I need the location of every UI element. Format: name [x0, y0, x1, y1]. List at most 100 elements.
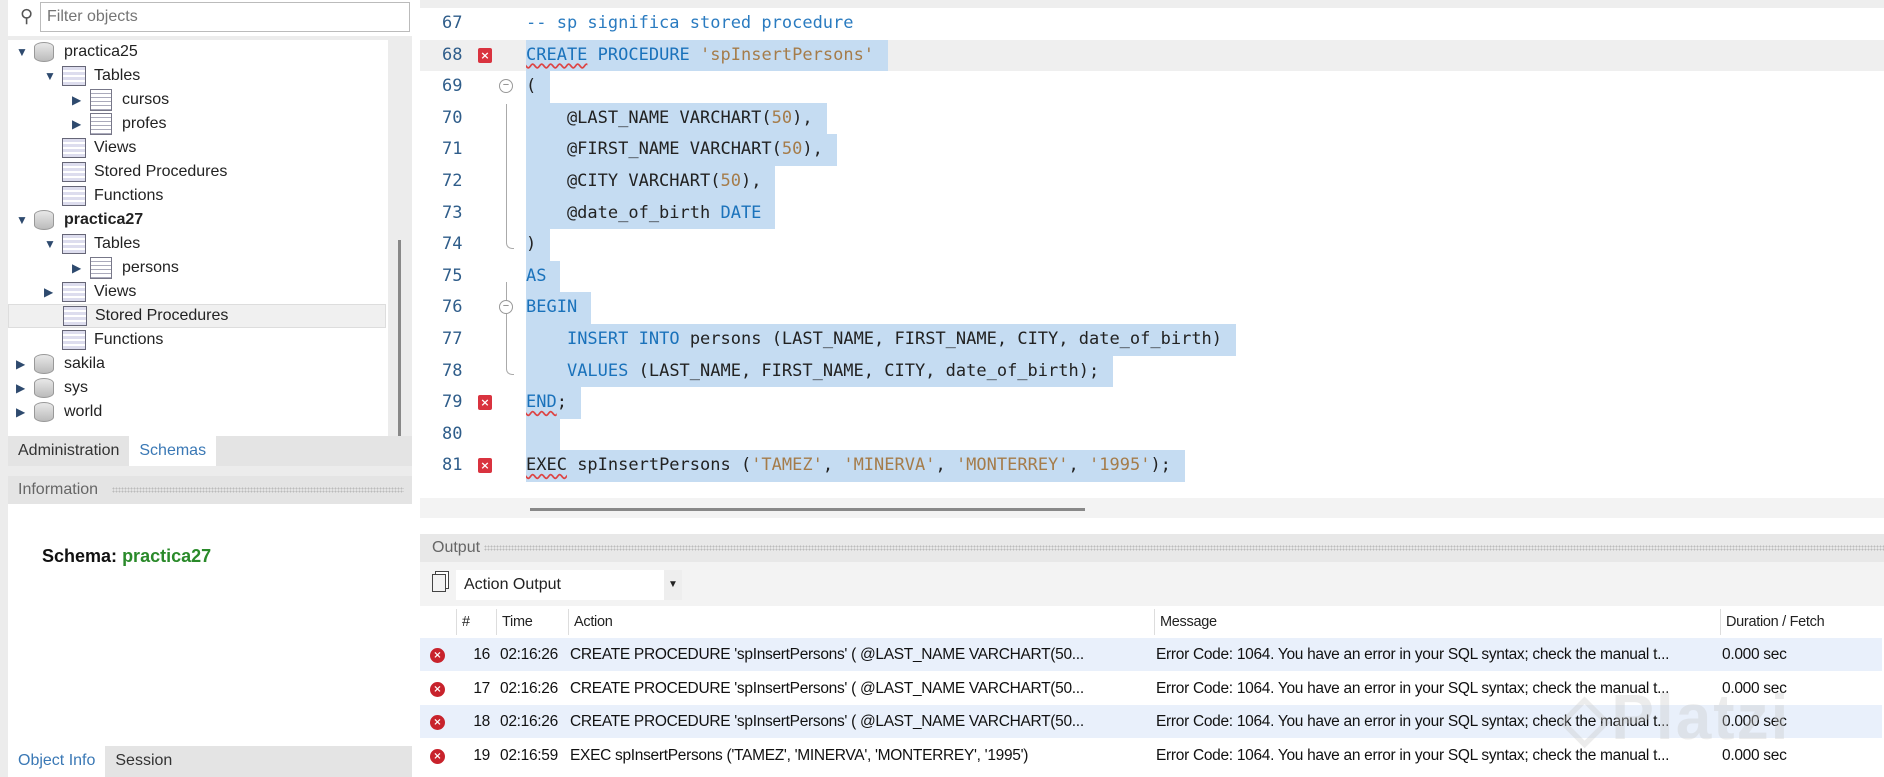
code-token: ,	[1068, 455, 1090, 476]
line-number: 68	[442, 44, 463, 65]
caret-right-icon[interactable]: ▶	[16, 376, 34, 400]
caret-right-icon[interactable]: ▶	[16, 400, 34, 424]
caret-right-icon[interactable]: ▶	[72, 112, 90, 136]
code-line[interactable]: 81 × EXEC spInsertPersons ('TAMEZ', 'MINER…	[420, 450, 1884, 482]
caret-right-icon[interactable]: ▶	[72, 88, 90, 112]
tab-schemas[interactable]: Schemas	[129, 436, 217, 466]
code-line[interactable]: 68 × CREATE PROCEDURE 'spInsertPersons'	[420, 39, 1884, 72]
code-token: INSERT	[566, 329, 629, 349]
caret-down-icon[interactable]: ▼	[16, 208, 34, 232]
info-tabs: Object Info Session	[8, 746, 412, 777]
tree-item[interactable]: ▶ persons	[72, 256, 179, 280]
drag-handle[interactable]	[484, 545, 1884, 551]
output-title: Output	[432, 539, 481, 556]
error-status-icon: ×	[430, 648, 445, 663]
caret-right-icon[interactable]: ▶	[44, 280, 62, 304]
tree-item[interactable]: ▼ Tables	[44, 64, 140, 88]
tree-item-label: Functions	[94, 187, 164, 204]
code-line[interactable]: 76 − BEGIN	[420, 292, 1884, 324]
folder-icon	[63, 306, 87, 326]
line-number: 73	[442, 202, 463, 223]
code-line[interactable]: 79 × END;	[420, 387, 1884, 419]
tree-item[interactable]: ▶ sys	[16, 376, 88, 400]
code-token: (	[526, 76, 537, 97]
caret-right-icon[interactable]: ▶	[16, 352, 34, 376]
filter-objects-input[interactable]	[40, 2, 410, 32]
tree-item-label: Views	[94, 283, 137, 300]
tab-object-info[interactable]: Object Info	[8, 746, 106, 777]
code-token: @date_of_birth	[526, 202, 721, 223]
caret-down-icon[interactable]: ▼	[44, 232, 62, 256]
col-header-time[interactable]: Time	[496, 609, 568, 635]
tree-item[interactable]: ▶ world	[16, 400, 102, 424]
col-header-message[interactable]: Message	[1154, 609, 1720, 635]
tree-item-label: Stored Procedures	[95, 307, 229, 324]
information-body: Schema: practica27	[8, 504, 412, 746]
code-token: spInsertPersons (	[566, 455, 752, 476]
code-line[interactable]: 75 AS	[420, 260, 1884, 293]
code-line[interactable]: 77 INSERT INTO persons (LAST_NAME, FIRST…	[420, 324, 1884, 356]
tree-item-label: Tables	[94, 235, 141, 252]
tree-item[interactable]: ▼ Tables	[44, 232, 140, 256]
code-text	[526, 418, 561, 451]
tree-item[interactable]: ▶ Views	[44, 280, 136, 304]
code-token: '1995'	[1089, 455, 1151, 476]
caret-down-icon[interactable]: ▼	[44, 64, 62, 88]
caret-right-icon[interactable]: ▶	[72, 256, 90, 280]
code-token: );	[1150, 455, 1171, 476]
editor-hscrollbar[interactable]	[530, 508, 1085, 511]
tree-item[interactable]: Views	[44, 136, 136, 160]
col-header-action[interactable]: Action	[568, 609, 1154, 635]
col-header-duration[interactable]: Duration / Fetch	[1720, 609, 1882, 635]
copy-icon[interactable]	[432, 574, 446, 592]
tree-item-label: cursos	[122, 91, 170, 108]
tree-item[interactable]: ▼ practica25	[16, 40, 138, 64]
folder-icon	[62, 282, 86, 302]
code-line[interactable]: 67 -- sp significa stored procedure	[420, 8, 1884, 40]
folder-icon	[62, 186, 86, 206]
code-token: @LAST_NAME VARCHART(	[526, 107, 772, 128]
fold-toggle-icon[interactable]: −	[499, 300, 513, 315]
output-type-select[interactable]: Action Output ▼	[456, 570, 682, 600]
tree-scrollbar[interactable]	[398, 240, 401, 436]
code-line[interactable]: 72 @CITY VARCHART(50),	[420, 166, 1884, 198]
tree-item[interactable]: ▶ profes	[72, 112, 166, 136]
code-line[interactable]: 74)	[420, 229, 1884, 261]
fold-toggle-icon[interactable]: −	[499, 79, 513, 94]
error-marker-icon[interactable]: ×	[478, 395, 492, 411]
code-line[interactable]: 78 VALUES (LAST_NAME, FIRST_NAME, CITY, …	[420, 355, 1884, 388]
code-text: (	[526, 71, 551, 103]
drag-handle[interactable]	[112, 487, 404, 493]
tree-item[interactable]: Stored Procedures	[44, 160, 227, 184]
code-line[interactable]: 71 @FIRST_NAME VARCHART(50),	[420, 134, 1884, 166]
error-status-icon: ×	[430, 715, 445, 730]
tree-item[interactable]: Functions	[44, 328, 163, 352]
cell-time: 02:16:26	[500, 713, 558, 730]
cell-message: Error Code: 1064. You have an error in y…	[1156, 646, 1670, 663]
tree-item[interactable]: ▶ cursos	[72, 88, 169, 112]
database-icon	[34, 42, 54, 62]
tree-item[interactable]: Stored Procedures	[8, 304, 386, 328]
tab-administration[interactable]: Administration	[8, 436, 129, 466]
tree-item[interactable]: ▼ practica27	[16, 208, 143, 232]
sql-editor[interactable]: 67 -- sp significa stored procedure 68 × CRE…	[420, 8, 1884, 498]
chevron-down-icon: ▼	[664, 570, 682, 600]
code-line[interactable]: 70 @LAST_NAME VARCHART(50),	[420, 102, 1884, 135]
line-number: 69	[442, 76, 463, 97]
table-row[interactable]: × 16 02:16:26 CREATE PROCEDURE 'spInsertPer…	[420, 638, 1882, 671]
tree-item[interactable]: Functions	[44, 184, 163, 208]
line-number: 67	[442, 13, 463, 33]
col-header-number[interactable]: #	[456, 609, 496, 635]
caret-down-icon[interactable]: ▼	[16, 40, 34, 64]
cell-duration: 0.000 sec	[1722, 646, 1787, 663]
error-marker-icon[interactable]: ×	[478, 458, 492, 474]
code-line[interactable]: 69 −(	[420, 71, 1884, 103]
code-line[interactable]: 80	[420, 418, 1884, 451]
tab-session[interactable]: Session	[105, 746, 182, 777]
tree-item[interactable]: ▶ sakila	[16, 352, 105, 376]
code-text: @FIRST_NAME VARCHART(50),	[526, 134, 837, 166]
error-marker-icon[interactable]: ×	[478, 47, 492, 63]
code-line[interactable]: 73 @date_of_birth DATE	[420, 197, 1884, 230]
